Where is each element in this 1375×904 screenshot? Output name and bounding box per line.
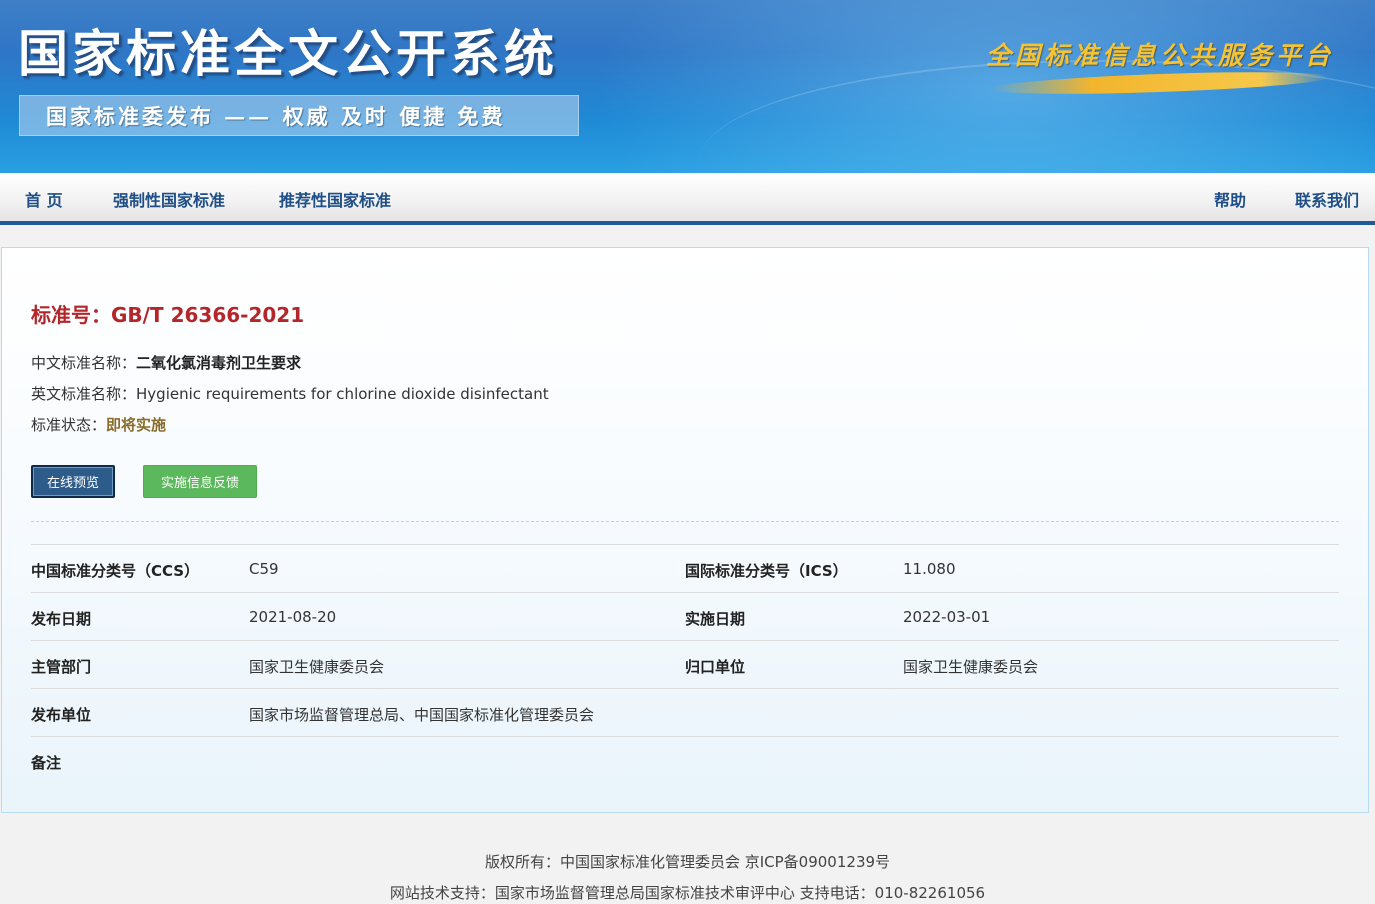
table-row: 发布单位 国家市场监督管理总局、中国国家标准化管理委员会: [31, 689, 1339, 737]
nav-contact-us[interactable]: 联系我们: [1295, 187, 1359, 211]
nav-help[interactable]: 帮助: [1214, 187, 1246, 211]
publish-date-value: 2021-08-20: [249, 608, 337, 626]
feedback-button[interactable]: 实施信息反馈: [143, 465, 257, 498]
publisher-value: 国家市场监督管理总局、中国国家标准化管理委员会: [249, 706, 595, 724]
implement-date-label: 实施日期: [685, 610, 746, 628]
chinese-name-label: 中文标准名称：: [31, 354, 137, 372]
english-name-value: Hygienic requirements for chlorine dioxi…: [136, 385, 549, 403]
platform-name: 全国标准信息公共服务平台: [986, 41, 1335, 70]
implement-date-value: 2022-03-01: [903, 608, 991, 626]
standard-number-value: GB/T 26366-2021: [111, 303, 305, 327]
english-name-row: 英文标准名称：Hygienic requirements for chlorin…: [31, 383, 549, 404]
english-name-label: 英文标准名称：: [31, 385, 137, 403]
ccs-label: 中国标准分类号（CCS）: [31, 562, 200, 580]
table-row: 发布日期 2021-08-20 实施日期 2022-03-01: [31, 593, 1339, 641]
site-banner: 国家标准全文公开系统 国家标准委发布 —— 权威 及时 便捷 免费 全国标准信息…: [0, 0, 1375, 173]
standard-detail-panel: 标准号：GB/T 26366-2021 中文标准名称：二氧化氯消毒剂卫生要求 英…: [1, 247, 1369, 813]
nav-divider: [0, 221, 1375, 225]
site-slogan: 国家标准委发布 —— 权威 及时 便捷 免费: [19, 95, 579, 136]
centralized-unit-label: 归口单位: [685, 658, 746, 676]
footer-support: 网站技术支持：国家市场监督管理总局国家标准技术审评中心 支持电话：010-822…: [389, 884, 986, 902]
section-divider: [31, 521, 1339, 522]
status-value: 即将实施: [106, 416, 167, 434]
site-slogan-text: 国家标准委发布 —— 权威 及时 便捷 免费: [46, 103, 506, 129]
remarks-label: 备注: [31, 754, 62, 772]
table-row: 主管部门 国家卫生健康委员会 归口单位 国家卫生健康委员会: [31, 641, 1339, 689]
main-nav: 首 页 强制性国家标准 推荐性国家标准 帮助 联系我们: [0, 173, 1375, 221]
ics-value: 11.080: [903, 560, 956, 578]
standard-info-table: 中国标准分类号（CCS） C59 国际标准分类号（ICS） 11.080 发布日…: [31, 544, 1339, 785]
publisher-label: 发布单位: [31, 706, 92, 724]
table-row: 中国标准分类号（CCS） C59 国际标准分类号（ICS） 11.080: [31, 545, 1339, 593]
ics-label: 国际标准分类号（ICS）: [685, 562, 848, 580]
ccs-value: C59: [249, 560, 279, 578]
chinese-name-row: 中文标准名称：二氧化氯消毒剂卫生要求: [31, 352, 301, 373]
authority-label: 主管部门: [31, 658, 92, 676]
footer-copyright: 版权所有：中国国家标准化管理委员会 京ICP备09001239号: [484, 853, 891, 871]
status-label: 标准状态：: [31, 416, 107, 434]
site-title: 国家标准全文公开系统: [18, 24, 558, 83]
nav-recommended-standards[interactable]: 推荐性国家标准: [279, 187, 391, 211]
page-footer: 版权所有：中国国家标准化管理委员会 京ICP备09001239号 网站技术支持：…: [0, 848, 1375, 904]
nav-home[interactable]: 首 页: [25, 187, 63, 211]
publish-date-label: 发布日期: [31, 610, 92, 628]
authority-value: 国家卫生健康委员会: [249, 658, 385, 676]
standard-number: 标准号：GB/T 26366-2021: [31, 299, 304, 328]
standard-number-label: 标准号：: [31, 303, 111, 327]
centralized-unit-value: 国家卫生健康委员会: [903, 658, 1039, 676]
nav-mandatory-standards[interactable]: 强制性国家标准: [113, 187, 225, 211]
online-preview-button[interactable]: 在线预览: [31, 465, 115, 498]
table-row: 备注: [31, 737, 1339, 785]
status-row: 标准状态：即将实施: [31, 414, 166, 435]
chinese-name-value: 二氧化氯消毒剂卫生要求: [136, 354, 302, 372]
